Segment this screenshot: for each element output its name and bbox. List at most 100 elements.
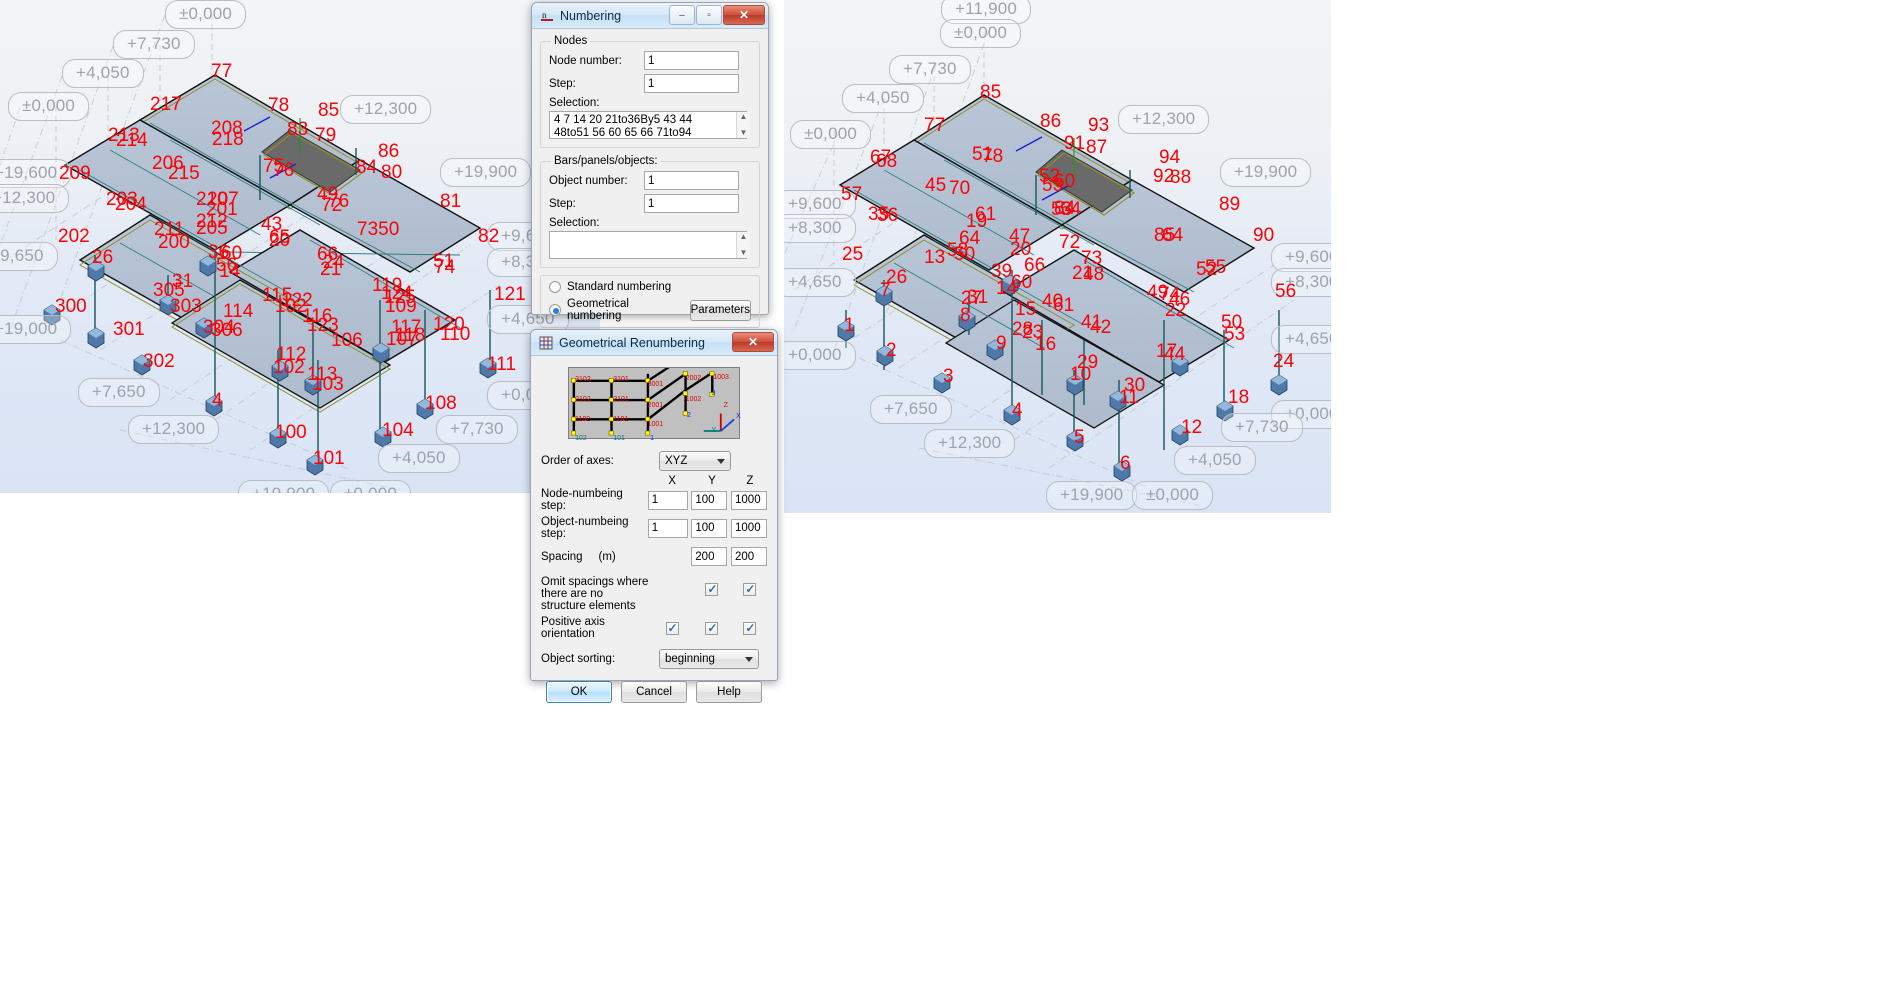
node-number-label: 76 xyxy=(273,160,295,181)
object-selection-scrollbar[interactable]: ▲ ▼ xyxy=(736,232,750,258)
node-number-label: 60 xyxy=(1011,272,1033,293)
close-button[interactable]: ✕ xyxy=(732,332,774,352)
help-button[interactable]: Help xyxy=(696,681,762,703)
axis-header-z: Z xyxy=(746,475,754,487)
elevation-label: +7,730 xyxy=(1221,413,1303,442)
numbering-dialog[interactable]: n Numbering – ▫ ✕ Nodes Node number: Ste… xyxy=(531,2,769,376)
geometrical-numbering-option[interactable]: Geometrical numbering Parameters xyxy=(549,298,751,322)
node-number-label: 300 xyxy=(55,296,87,317)
node-selection-field[interactable]: 4 7 14 20 21to36By5 43 44 48to51 56 60 6… xyxy=(549,111,751,139)
node-number-label: 26 xyxy=(92,247,114,268)
node-selection-scrollbar[interactable]: ▲ ▼ xyxy=(736,112,750,138)
object-sorting-label: Object sorting: xyxy=(541,653,616,665)
ok-button[interactable]: OK xyxy=(546,681,612,703)
node-number-label: 5 xyxy=(1074,427,1085,448)
model-viewport-left[interactable]: ±0,000+7,730+4,050±0,000+19,600+12,300+9… xyxy=(0,0,600,493)
node-number-label: 42 xyxy=(1090,317,1112,338)
object-step-y-input[interactable] xyxy=(691,518,728,538)
node-number-label: 12 xyxy=(1181,417,1203,438)
node-selection-textarea[interactable]: 4 7 14 20 21to36By5 43 44 48to51 56 60 6… xyxy=(549,111,747,139)
elevation-label: +9,650 xyxy=(0,242,58,271)
node-number-label: 218 xyxy=(212,129,244,150)
node-number-label: 57 xyxy=(841,184,863,205)
standard-numbering-option[interactable]: Standard numbering xyxy=(549,281,751,293)
spacing-z-input[interactable] xyxy=(730,547,767,566)
object-number-input[interactable] xyxy=(644,171,739,190)
preview-node-label: 3001 xyxy=(647,381,664,389)
node-number-label: 81 xyxy=(440,191,462,212)
model-viewport-right[interactable]: +11,900 ±0,000 +7,730 +4,050 ±0,000 +12,300 +1… xyxy=(784,0,1331,513)
preview-node-label: 2 xyxy=(686,411,691,419)
node-number-label: 2 xyxy=(886,340,897,361)
preview-node-label: 3101 xyxy=(613,376,629,384)
scroll-down-icon[interactable]: ▼ xyxy=(740,249,748,257)
elevation-label: +4,050 xyxy=(1174,446,1256,475)
elevation-label: +19,900 xyxy=(238,480,330,493)
maximize-button[interactable]: ▫ xyxy=(696,5,722,25)
node-number-label: 121 xyxy=(494,284,526,305)
positive-axis-y-checkbox[interactable] xyxy=(705,621,719,635)
omit-spacings-row: Omit spacings where there are no structu… xyxy=(541,576,767,612)
object-step-z-input[interactable] xyxy=(731,518,768,538)
object-numbering-step-row: Object-numbeing step: xyxy=(541,516,768,540)
elevation-label: ±0,000 xyxy=(8,92,90,121)
geometrical-dialog-titlebar[interactable]: Geometrical Renumbering ✕ xyxy=(531,330,777,356)
geometrical-dialog-title: Geometrical Renumbering xyxy=(559,335,705,350)
node-number-label: 108 xyxy=(425,393,457,414)
object-sorting-select[interactable]: beginning xyxy=(659,649,759,669)
node-number-label: 78 xyxy=(268,95,290,116)
node-number-label: 53 xyxy=(1224,324,1246,345)
object-selection-textarea[interactable] xyxy=(549,231,747,259)
cancel-button[interactable]: Cancel xyxy=(621,681,687,703)
node-numbering-step-row: Node-numbeing step: xyxy=(541,488,768,512)
numbering-window-buttons[interactable]: – ▫ ✕ xyxy=(669,5,765,25)
elevation-label: +4,650 xyxy=(784,268,856,297)
order-of-axes-label: Order of axes: xyxy=(541,455,614,467)
positive-axis-z-checkbox[interactable] xyxy=(743,621,757,635)
node-number-label: 52 xyxy=(1196,259,1218,280)
omit-spacings-y-checkbox[interactable] xyxy=(705,582,719,596)
geometrical-renumbering-dialog[interactable]: Geometrical Renumbering ✕ 3102 3101 3001… xyxy=(530,329,778,703)
positive-axis-label: Positive axis orientation xyxy=(541,616,605,640)
omit-spacings-z-checkbox[interactable] xyxy=(743,582,757,596)
node-step-x-input[interactable] xyxy=(647,490,688,510)
node-number-label: 4 xyxy=(212,390,223,411)
order-of-axes-select[interactable]: XYZ xyxy=(659,451,731,471)
node-number-label: 6 xyxy=(1120,453,1131,474)
node-step-z-input[interactable] xyxy=(731,490,768,510)
positive-axis-x-checkbox[interactable] xyxy=(665,621,679,635)
scroll-up-icon[interactable]: ▲ xyxy=(740,113,748,121)
geometrical-numbering-label: Geometrical numbering xyxy=(567,298,629,322)
elevation-label: +4,050 xyxy=(62,59,144,88)
scroll-down-icon[interactable]: ▼ xyxy=(740,129,748,137)
minimize-button[interactable]: – xyxy=(669,5,695,25)
elevation-label: +4,650 xyxy=(1271,325,1331,354)
node-step-y-input[interactable] xyxy=(691,490,728,510)
preview-node-label: 102 xyxy=(575,435,587,443)
numbering-dialog-titlebar[interactable]: n Numbering – ▫ ✕ xyxy=(532,3,768,29)
geometrical-numbering-radio[interactable] xyxy=(549,304,561,316)
node-selection-label: Selection: xyxy=(549,97,600,109)
objects-group: Bars/panels/objects: Object number: Step… xyxy=(540,155,760,268)
node-number-label: 50 xyxy=(954,244,976,265)
node-number-input[interactable] xyxy=(644,51,739,70)
objects-group-legend: Bars/panels/objects: xyxy=(554,155,658,167)
svg-text:n: n xyxy=(542,10,547,20)
preview-node-label: X xyxy=(736,413,741,420)
elevation-label: +7,730 xyxy=(436,415,518,444)
object-numbering-step-label: Object-numbeing step: xyxy=(541,516,629,540)
omit-spacings-label-line1: Omit spacings where there are no xyxy=(541,576,649,600)
parameters-button[interactable]: Parameters xyxy=(689,299,751,321)
node-number-label: 109 xyxy=(385,296,417,317)
standard-numbering-radio[interactable] xyxy=(549,281,561,293)
object-step-input[interactable] xyxy=(644,194,739,213)
node-step-input[interactable] xyxy=(644,74,739,93)
node-number-label: 77 xyxy=(211,61,233,82)
close-button[interactable]: ✕ xyxy=(723,5,765,25)
node-number-label: 64 xyxy=(1162,225,1184,246)
object-step-x-input[interactable] xyxy=(647,518,688,538)
scroll-up-icon[interactable]: ▲ xyxy=(740,233,748,241)
geometrical-window-buttons[interactable]: ✕ xyxy=(732,332,774,352)
object-selection-field[interactable]: ▲ ▼ xyxy=(549,231,751,259)
spacing-y-input[interactable] xyxy=(691,547,728,566)
